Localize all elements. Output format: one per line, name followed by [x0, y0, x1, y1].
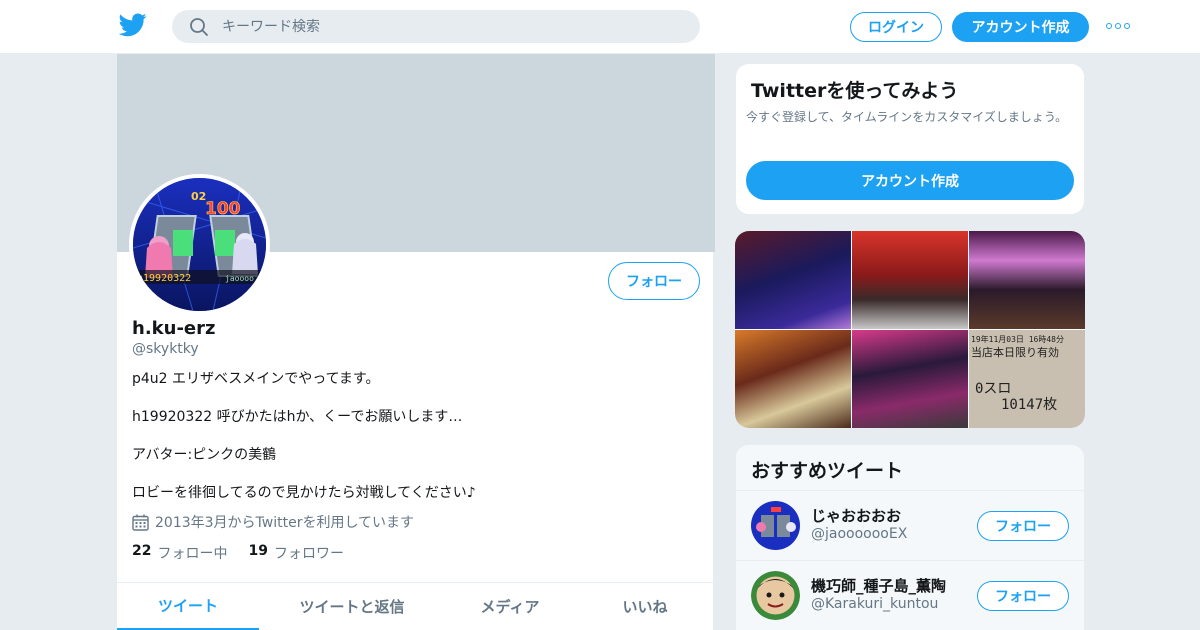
media-thumbnail[interactable]: [735, 330, 851, 428]
profile-bio: p4u2 エリザベスメインでやってます。 h19920322 呼びかたはhか、く…: [132, 370, 692, 522]
tab-media[interactable]: メディア: [445, 583, 575, 630]
followers-count: 19: [248, 543, 268, 559]
search-box[interactable]: [172, 10, 700, 43]
tab-likes[interactable]: いいね: [575, 583, 715, 630]
profile-handle[interactable]: @skyktky: [132, 341, 199, 357]
media-thumbnail[interactable]: [852, 231, 968, 329]
signup-prompt-description: 今すぐ登録して、タイムラインをカスタマイズしましょう。: [746, 110, 1068, 124]
tab-tweets-and-replies[interactable]: ツイートと返信: [259, 583, 445, 630]
avatar-right-id: jaoooo: [225, 274, 254, 283]
signup-button[interactable]: アカウント作成: [952, 12, 1089, 42]
media-thumbnail[interactable]: [969, 231, 1085, 329]
receipt-line: 当店本日限り有効: [971, 346, 1059, 359]
followers-stat[interactable]: 19 フォロワー: [248, 543, 343, 563]
avatar-left-id: h19920322: [137, 273, 191, 284]
following-stat[interactable]: 22 フォロー中: [132, 543, 227, 563]
following-label: フォロー中: [157, 546, 228, 562]
recommended-user-name[interactable]: じゃおおおお: [811, 505, 901, 526]
media-thumbnail[interactable]: 19年11月03日 16時48分 当店本日限り有効 0スロ 10147枚: [969, 330, 1085, 428]
search-input[interactable]: [222, 10, 682, 43]
follow-button[interactable]: フォロー: [977, 581, 1069, 611]
recommended-user[interactable]: 機巧師_種子島_薫陶 @Karakuri_kuntou フォロー: [736, 561, 1084, 630]
bio-line: ロビーを徘徊してるので見かけたら対戦してください♪: [132, 485, 476, 501]
more-dots-icon[interactable]: [1106, 20, 1130, 32]
avatar[interactable]: [751, 501, 800, 550]
twitter-bird-icon[interactable]: [119, 13, 147, 37]
media-thumbnail[interactable]: [852, 330, 968, 428]
signup-card-button[interactable]: アカウント作成: [746, 161, 1074, 200]
joined-date: 2013年3月からTwitterを利用しています: [132, 512, 414, 532]
avatar-score: 100: [205, 199, 241, 219]
bio-line: p4u2 エリザベスメインでやってます。: [132, 371, 380, 387]
followers-label: フォロワー: [273, 546, 344, 562]
profile-tabs: ツイート ツイートと返信 メディア いいね: [117, 582, 715, 630]
tab-tweets[interactable]: ツイート: [117, 583, 259, 630]
top-navigation-bar: ログイン アカウント作成: [0, 0, 1200, 54]
avatar-image: 02 100 h19920322 jaoooo: [133, 178, 266, 311]
joined-text: 2013年3月からTwitterを利用しています: [155, 515, 415, 531]
recommended-card: おすすめツイート じゃおおおお @jaooooooEX フォロー 機巧師_種子島…: [735, 444, 1085, 630]
recommended-title: おすすめツイート: [736, 445, 1084, 491]
login-button[interactable]: ログイン: [850, 12, 942, 42]
signup-prompt-card: Twitterを使ってみよう 今すぐ登録して、タイムラインをカスタマイズしましょ…: [735, 63, 1085, 215]
bio-line: アバター:ピンクの美鶴: [132, 447, 277, 463]
following-count: 22: [132, 543, 152, 559]
follow-button[interactable]: フォロー: [977, 511, 1069, 541]
media-thumbnail[interactable]: [735, 231, 851, 329]
bio-line: h19920322 呼びかたはhか、くーでお願いします…: [132, 409, 463, 425]
calendar-icon: [132, 514, 149, 531]
recommended-user-handle[interactable]: @Karakuri_kuntou: [811, 596, 938, 612]
signup-prompt-title: Twitterを使ってみよう: [751, 80, 959, 102]
receipt-line: 10147枚: [1001, 397, 1058, 413]
recommended-user[interactable]: じゃおおおお @jaooooooEX フォロー: [736, 491, 1084, 561]
follow-button[interactable]: フォロー: [608, 262, 700, 300]
recommended-user-name[interactable]: 機巧師_種子島_薫陶: [811, 575, 946, 596]
profile-card: 02 100 h19920322 jaoooo フォロー h.ku-erz @s…: [116, 54, 715, 630]
profile-name[interactable]: h.ku-erz: [132, 318, 215, 339]
profile-stats: 22 フォロー中 19 フォロワー: [132, 543, 365, 563]
avatar[interactable]: [751, 571, 800, 620]
media-grid: 19年11月03日 16時48分 当店本日限り有効 0スロ 10147枚: [735, 231, 1085, 428]
recommended-user-handle[interactable]: @jaooooooEX: [811, 526, 907, 542]
search-icon: [190, 18, 208, 36]
profile-avatar[interactable]: 02 100 h19920322 jaoooo: [129, 174, 270, 315]
